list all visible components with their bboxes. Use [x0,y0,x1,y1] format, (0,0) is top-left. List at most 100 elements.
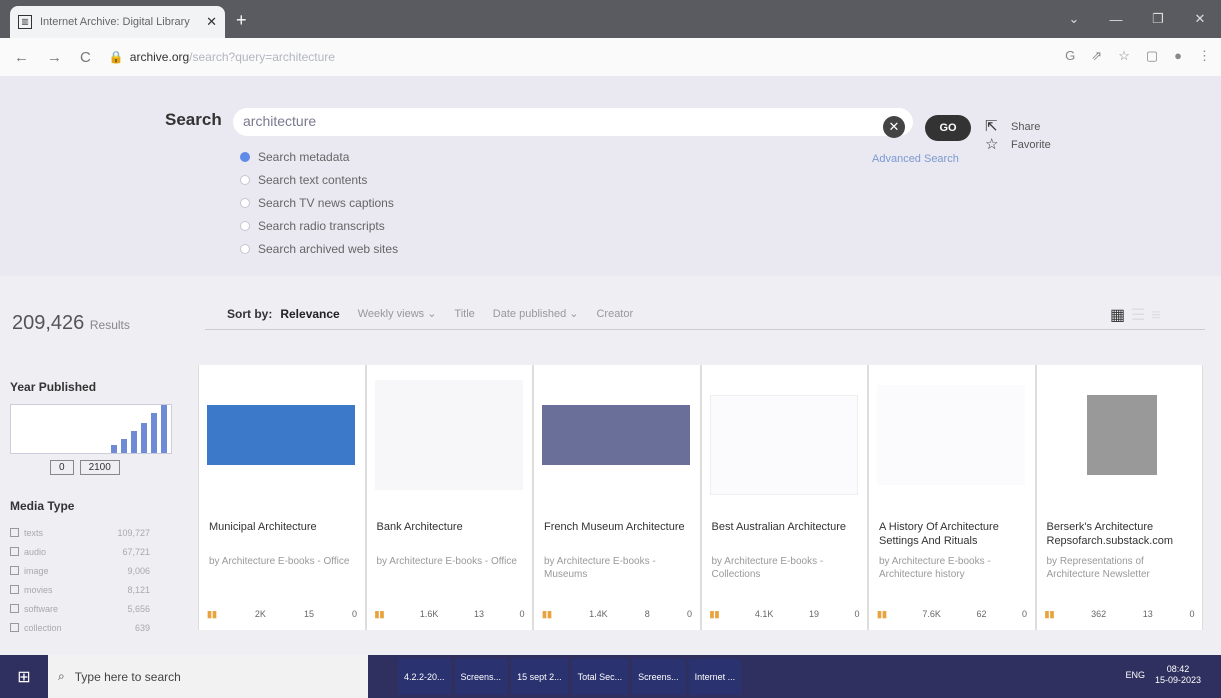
texts-icon: ▮▮ [207,609,217,619]
new-tab-button[interactable]: + [236,10,247,31]
views-count: 2K [254,609,266,619]
search-option[interactable]: Search radio transcripts [240,214,398,237]
share-link[interactable]: ⇱ Share [985,118,1051,136]
search-option[interactable]: Search archived web sites [240,237,398,260]
share-favorite: ⇱ Share ☆ Favorite [985,118,1051,154]
taskbar-search[interactable]: ⌕ Type here to search [48,655,368,698]
search-panel [0,76,1221,276]
tile-view-icon[interactable]: ▦ [1110,307,1131,324]
close-window-button[interactable]: ✕ [1179,11,1221,27]
archive-favicon-icon: ▥ [18,15,32,29]
address-bar: ← → C 🔒 archive.org/search?query=archite… [0,38,1221,76]
share-icon: ⇱ [985,118,998,135]
result-card[interactable]: French Museum Architecture by Architectu… [533,365,701,630]
result-card[interactable]: A History Of Architecture Settings And R… [868,365,1036,630]
radio-selected[interactable] [240,151,250,162]
card-stats: ▮▮ 362 13 0 [1044,609,1195,619]
results-grid: Municipal Architecture by Architecture E… [198,365,1203,635]
bookmark-star-icon[interactable]: ☆ [1118,48,1130,64]
search-input[interactable]: architecture [233,108,913,136]
year-to-input[interactable]: 2100 [79,460,120,475]
card-creator: by Architecture E-books - Museums [544,556,656,580]
texts-icon: ▮▮ [877,609,887,619]
tab-title: Internet Archive: Digital Library [40,16,190,28]
media-type-row[interactable]: collection 639 [10,618,150,637]
media-type-row[interactable]: movies 8,121 [10,580,150,599]
card-title[interactable]: French Museum Architecture [544,520,692,534]
sort-date-published[interactable]: Date published ⌄ [493,307,579,320]
media-type-row[interactable]: texts 109,727 [10,523,150,542]
taskbar-app[interactable]: Screens... [454,658,508,695]
taskbar-app[interactable]: Total Sec... [571,658,629,695]
card-thumbnail [1086,395,1157,475]
search-label: Search [165,110,222,129]
media-type-row[interactable]: audio 67,721 [10,542,150,561]
tab-search-icon[interactable]: ⌄ [1053,11,1095,27]
card-title[interactable]: A History Of Architecture Settings And R… [879,520,1027,548]
sidepanel-icon[interactable]: ▢ [1146,48,1158,64]
search-option[interactable]: Search TV news captions [240,191,398,214]
browser-tab[interactable]: ▥ Internet Archive: Digital Library ✕ [10,6,225,38]
card-thumbnail [374,380,523,490]
sort-weekly-views[interactable]: Weekly views ⌄ [358,307,437,320]
search-option[interactable]: Search text contents [240,168,398,191]
year-histogram[interactable] [10,404,172,454]
taskbar-app[interactable]: 15 sept 2... [511,658,568,695]
texts-icon: ▮▮ [709,609,720,619]
forward-icon[interactable]: → [47,49,62,66]
clear-search-icon[interactable]: ✕ [883,116,905,138]
year-range: 0 2100 [50,460,180,475]
google-icon[interactable]: G [1065,48,1075,64]
texts-icon: ▮▮ [1044,609,1055,619]
minimize-button[interactable]: — [1095,12,1137,27]
card-title[interactable]: Municipal Architecture [209,520,357,534]
star-icon: ☆ [985,136,999,153]
go-button[interactable]: GO [925,115,971,141]
result-card[interactable]: Municipal Architecture by Architecture E… [198,365,366,630]
year-from-input[interactable]: 0 [50,460,74,475]
facets-sidebar: Year Published 0 2100 Media Type texts 109… [10,380,180,637]
card-title[interactable]: Best Australian Architecture [712,520,860,534]
clock[interactable]: 08:42 15-09-2023 [1155,664,1201,686]
taskbar-app[interactable]: Screens... [632,658,685,695]
search-options: Search metadata Search text contents Sea… [240,145,398,260]
card-stats: ▮▮ 2K 15 0 [207,609,357,620]
sort-creator[interactable]: Creator [596,308,633,320]
media-type-row[interactable]: software 5,656 [10,599,150,618]
reload-icon[interactable]: C [80,49,91,66]
media-type-row[interactable]: image 9,006 [10,561,150,580]
card-title[interactable]: Bank Architecture [377,520,525,534]
url-field[interactable]: archive.org/search?query=architecture [130,50,335,64]
sort-title[interactable]: Title [454,308,474,320]
sort-label: Sort by: [227,306,273,321]
language-indicator[interactable]: ENG [1125,670,1145,680]
compact-view-icon[interactable]: ≡ [1151,307,1166,324]
result-card[interactable]: Best Australian Architecture by Architec… [700,365,868,630]
menu-dots-icon[interactable]: ⋮ [1198,48,1211,64]
taskbar-app[interactable]: Internet ... [688,658,742,695]
window-controls: ⌄ — ❐ ✕ [1053,0,1221,38]
restore-button[interactable]: ❐ [1137,11,1179,27]
result-card[interactable]: Berserk's Architecture Repsofarch.substa… [1035,365,1203,630]
sort-relevance[interactable]: Relevance [280,307,339,321]
result-card[interactable]: Bank Architecture by Architecture E-book… [365,365,533,630]
sort-bar: Sort by: Relevance Weekly views ⌄ Title … [205,298,1205,330]
favorites-count: 15 [303,609,314,619]
texts-icon: ▮▮ [542,609,552,619]
advanced-search-link[interactable]: Advanced Search [872,153,959,165]
list-view-icon[interactable]: ☰ [1131,307,1151,324]
windows-start-icon[interactable]: ⊞ [0,667,48,687]
media-type-title: Media Type [10,499,75,513]
card-creator: by Architecture E-books - Collections [711,556,824,580]
card-title[interactable]: Berserk's Architecture Repsofarch.substa… [1047,520,1195,548]
back-icon[interactable]: ← [14,49,29,66]
share-page-icon[interactable]: ⇗ [1091,48,1102,64]
favorite-link[interactable]: ☆ Favorite [985,136,1051,154]
close-tab-icon[interactable]: ✕ [206,14,217,30]
profile-icon[interactable]: ● [1174,48,1182,64]
browser-tab-strip: ▥ Internet Archive: Digital Library ✕ + … [0,0,1221,38]
taskbar-app[interactable]: 4.2.2-20... [398,658,451,695]
search-option[interactable]: Search metadata [240,145,398,168]
card-stats: ▮▮ 4.1K 19 0 [709,609,860,619]
card-creator: by Architecture E-books - Architecture h… [879,556,991,580]
